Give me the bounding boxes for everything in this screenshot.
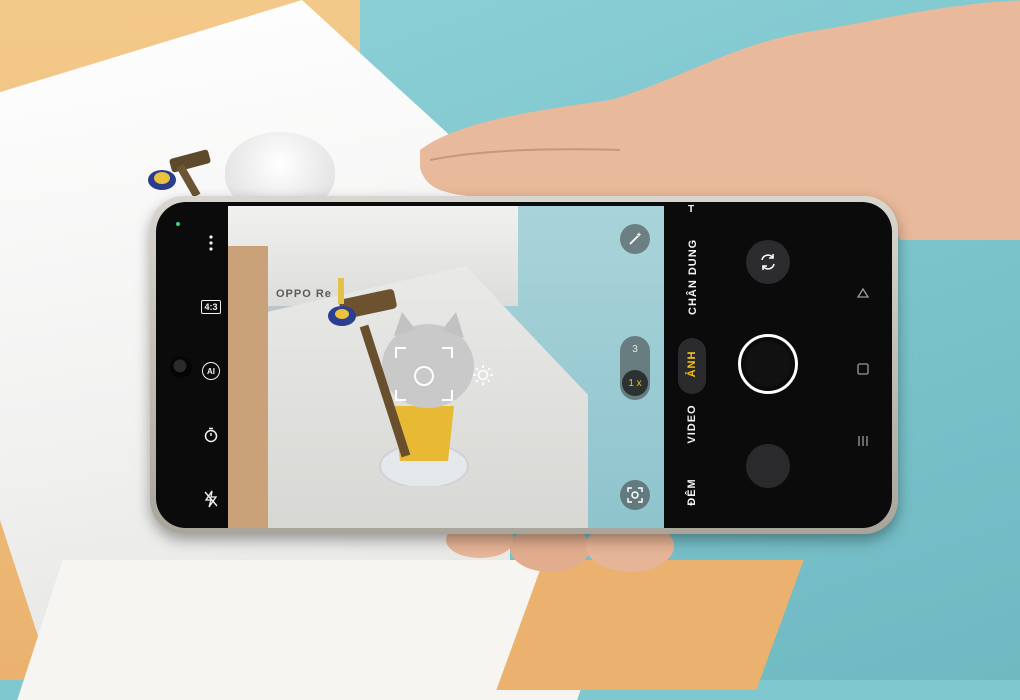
focus-frame — [395, 347, 453, 401]
timer-icon[interactable] — [196, 420, 226, 450]
aspect-ratio-button[interactable]: 4:3 — [196, 292, 226, 322]
gallery-thumbnail[interactable] — [746, 444, 790, 488]
shutter-inner — [745, 341, 791, 387]
mode-night[interactable]: ĐÊM — [686, 474, 698, 510]
switch-camera-icon — [761, 254, 775, 270]
zoom-selector[interactable]: 3 1 x — [620, 336, 650, 400]
mode-partial-label: T — [688, 204, 695, 215]
mode-photo[interactable]: ẢNH — [686, 344, 698, 384]
nav-recent-icon[interactable] — [856, 434, 870, 448]
switch-camera-button[interactable] — [746, 240, 790, 284]
magic-wand-button[interactable] — [620, 224, 650, 254]
mode-portrait[interactable]: CHÂN DUNG — [687, 239, 699, 315]
mode-video[interactable]: VIDEO — [686, 402, 698, 446]
exposure-sun-icon[interactable] — [472, 364, 494, 386]
nav-back-icon[interactable] — [856, 286, 870, 300]
magic-wand-icon — [629, 232, 642, 245]
nav-home-icon[interactable] — [856, 362, 870, 376]
phone-device: 4:3 AI OPPO Re 3 1 x T CHÂN DUNG ẢNH VID… — [150, 196, 898, 534]
status-led — [176, 222, 180, 226]
zoom-option-3[interactable]: 3 — [620, 344, 650, 355]
ai-scene-label: AI — [202, 362, 220, 380]
flash-off-icon[interactable] — [196, 484, 226, 514]
viewfinder-shadow — [228, 246, 268, 528]
camera-app-screen: 4:3 AI OPPO Re 3 1 x T CHÂN DUNG ẢNH VID… — [156, 202, 892, 528]
shutter-button[interactable] — [738, 334, 798, 394]
zoom-current-1x[interactable]: 1 x — [622, 370, 648, 396]
more-vertical-icon[interactable] — [196, 228, 226, 258]
ai-scene-button[interactable]: AI — [196, 356, 226, 386]
background-hammer-figure — [148, 149, 211, 198]
lens-icon — [627, 487, 643, 503]
camera-viewfinder[interactable]: OPPO Re 3 1 x — [228, 206, 664, 528]
front-camera-hole — [170, 356, 192, 378]
lens-button[interactable] — [620, 480, 650, 510]
aspect-ratio-label: 4:3 — [201, 300, 221, 314]
